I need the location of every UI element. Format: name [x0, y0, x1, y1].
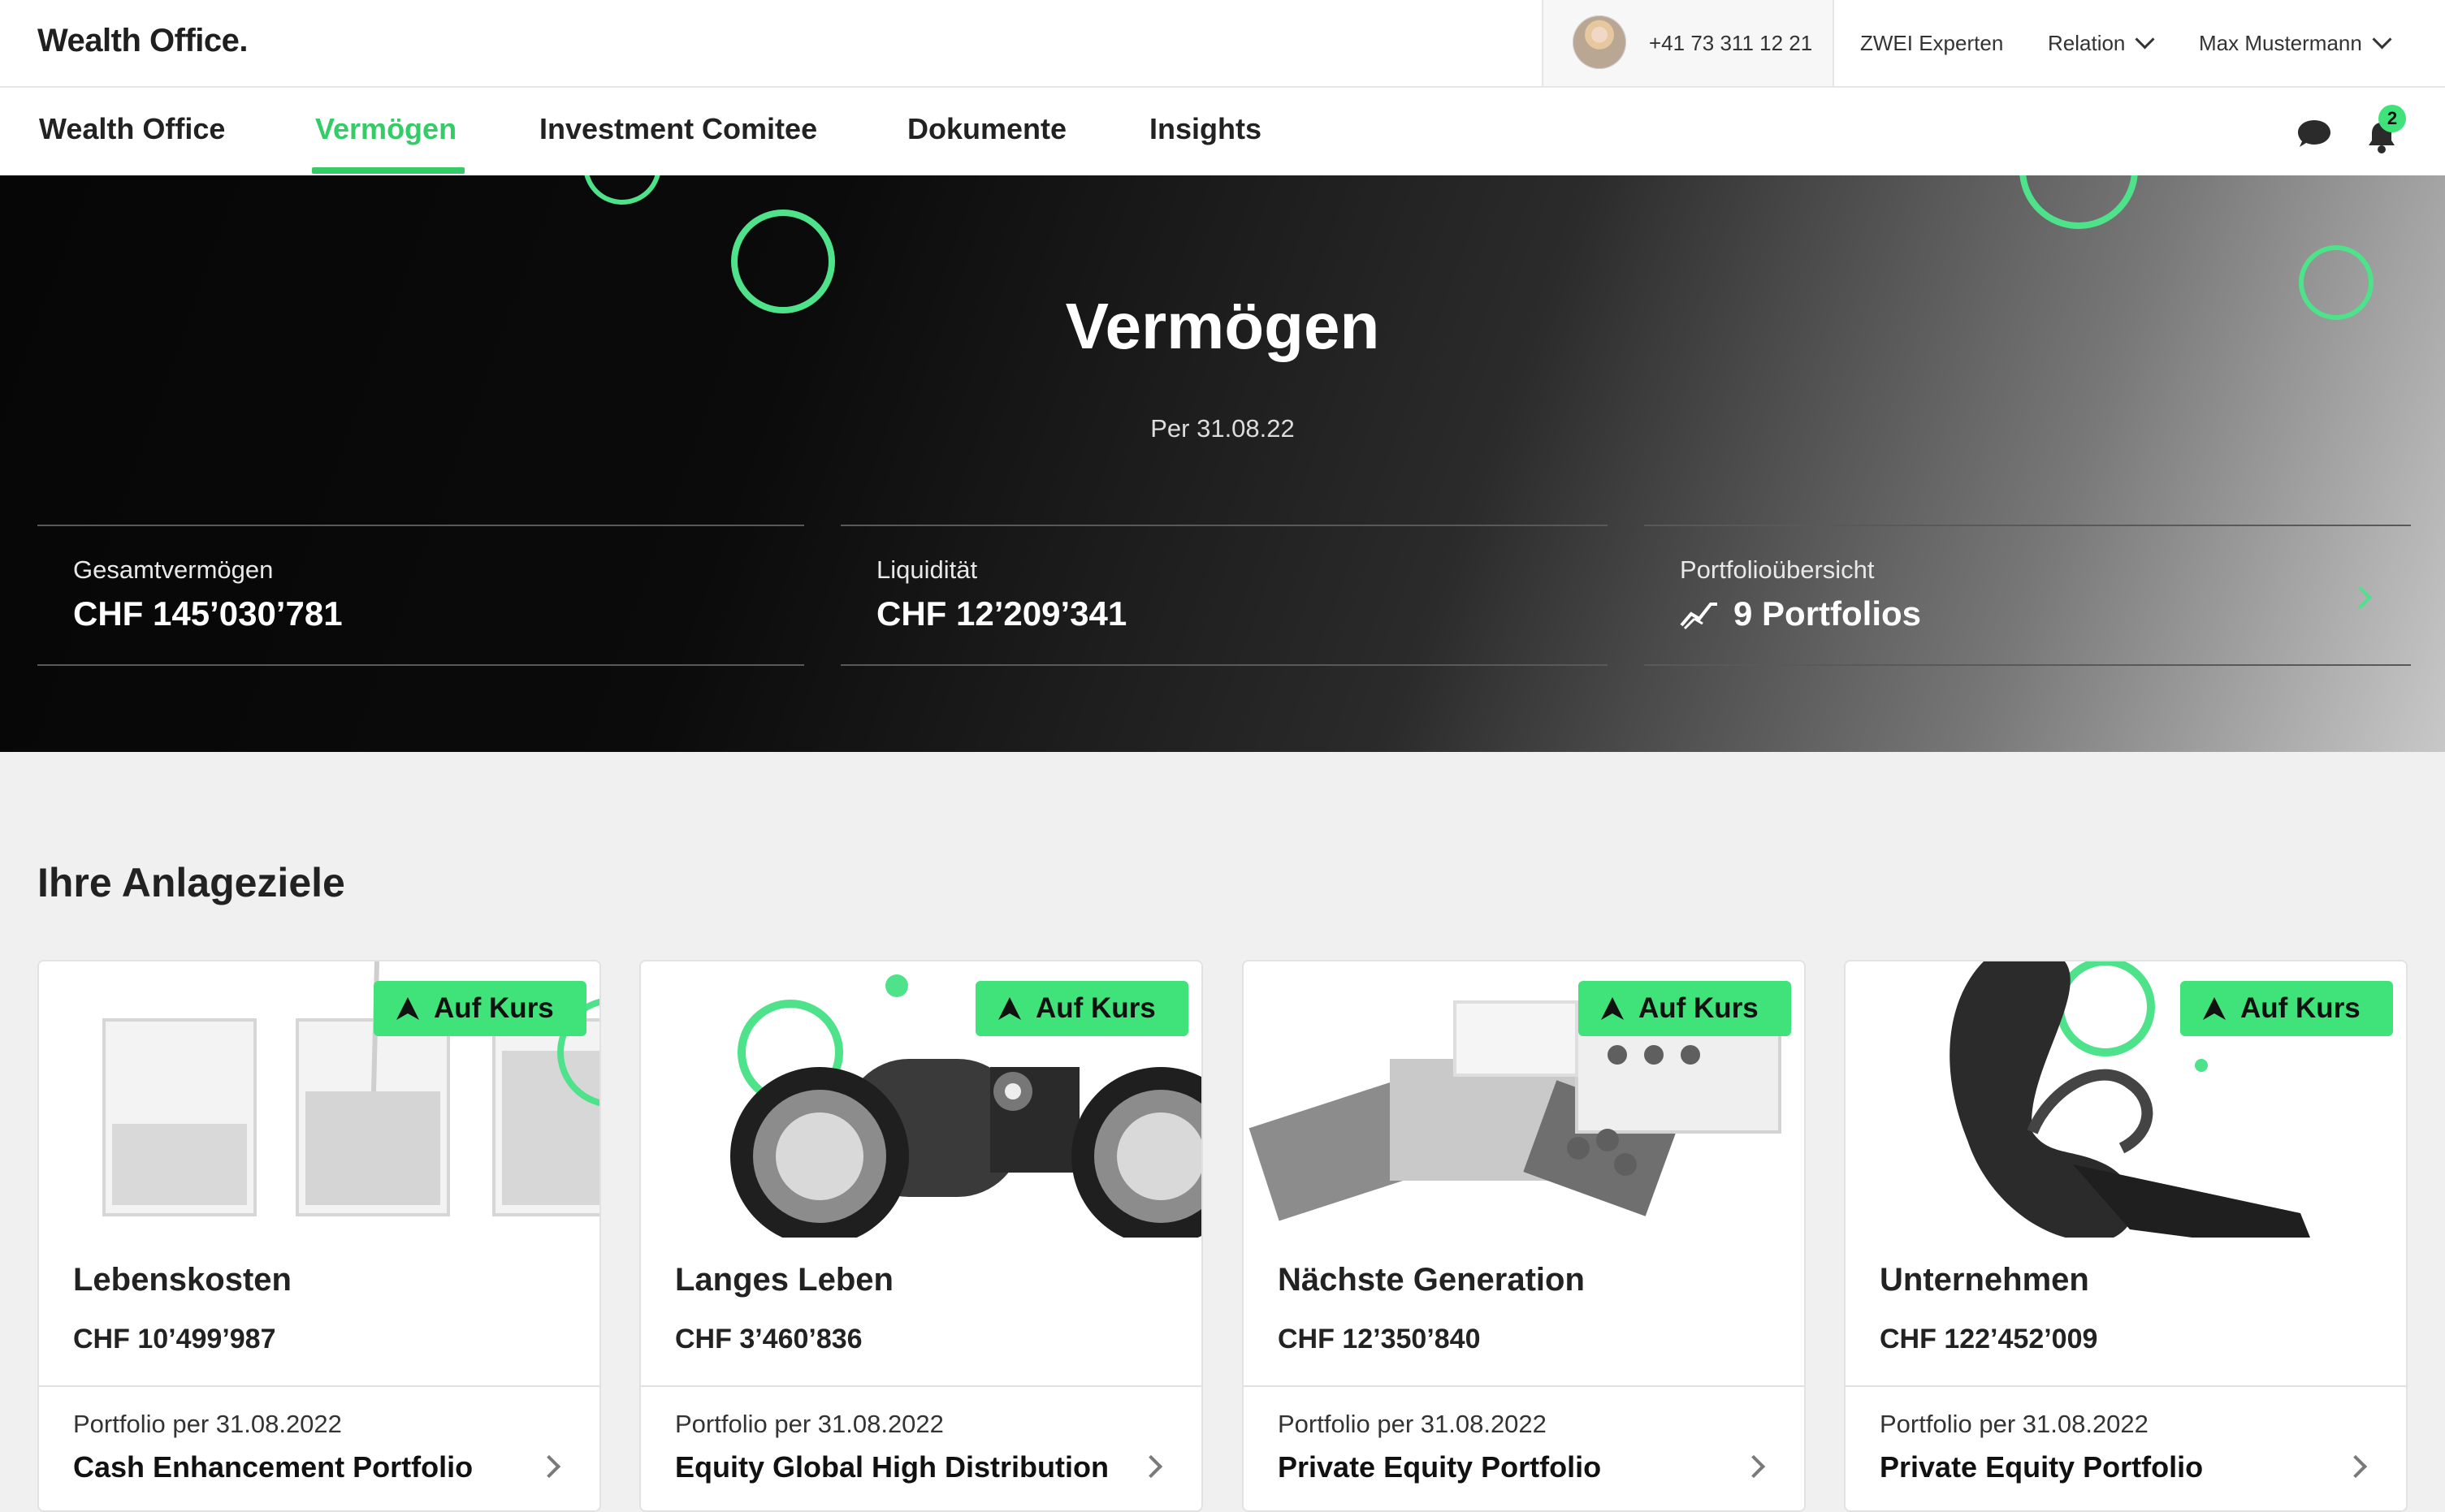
nav-item-insights[interactable]: Insights [1149, 112, 1261, 146]
advisor-avatar [1573, 15, 1626, 69]
advisor-contact[interactable]: +41 73 311 12 21 [1542, 0, 1834, 86]
portfolio-name[interactable]: Private Equity Portfolio [1880, 1450, 2203, 1484]
card-amount: CHF 12’350’840 [1278, 1324, 1481, 1354]
active-tab-indicator [312, 167, 465, 174]
portfolio-date: Portfolio per 31.08.2022 [1880, 1410, 2149, 1438]
divider [1244, 1385, 1804, 1387]
nav-item-investment-comitee[interactable]: Investment Comitee [539, 112, 817, 146]
notification-badge: 2 [2378, 105, 2406, 132]
trend-chart-icon [1680, 599, 1719, 638]
user-name: Max Mustermann [2199, 31, 2362, 55]
page-title: Vermögen [1065, 290, 1380, 362]
chevron-right-icon[interactable] [2348, 585, 2373, 610]
divider [641, 1385, 1201, 1387]
goal-card-unternehmen[interactable]: Auf Kurs Unternehmen CHF 122’452’009 Por… [1844, 960, 2408, 1512]
relation-label: Relation [2048, 31, 2126, 55]
card-amount: CHF 10’499’987 [73, 1324, 276, 1354]
stat-value: CHF 145’030’781 [73, 594, 343, 633]
stat-liquidity: Liquidität CHF 12’209’341 [841, 525, 1608, 666]
portfolio-count-text: 9 Portfolios [1733, 594, 1922, 633]
chevron-right-icon[interactable] [1742, 1454, 1766, 1479]
status-badge: Auf Kurs [1578, 981, 1791, 1036]
nav-item-wealth-office[interactable]: Wealth Office [39, 112, 225, 146]
divider [39, 1385, 599, 1387]
chevron-right-icon[interactable] [537, 1454, 561, 1479]
status-badge: Auf Kurs [374, 981, 586, 1036]
stat-label: Portfolioübersicht [1680, 555, 1875, 584]
card-title: Lebenskosten [73, 1262, 292, 1298]
portfolio-date: Portfolio per 31.08.2022 [675, 1410, 944, 1438]
chevron-right-icon[interactable] [2343, 1454, 2368, 1479]
goal-card-langes-leben[interactable]: Auf Kurs Langes Leben CHF 3’460’836 Port… [639, 960, 1203, 1512]
card-image: Auf Kurs [1846, 961, 2406, 1238]
divider [1846, 1385, 2406, 1387]
stat-label: Gesamtvermögen [73, 555, 274, 584]
chat-icon[interactable] [2296, 117, 2333, 153]
card-image: Auf Kurs [1244, 961, 1804, 1238]
zwei-experten-link[interactable]: ZWEI Experten [1860, 31, 2003, 56]
card-title: Unternehmen [1880, 1262, 2089, 1298]
user-menu[interactable]: Max Mustermann [2199, 29, 2392, 56]
main-nav: Wealth Office Vermögen Investment Comite… [0, 88, 2445, 175]
card-image: Auf Kurs [641, 961, 1201, 1238]
arrow-up-icon [396, 997, 419, 1020]
nav-item-dokumente[interactable]: Dokumente [907, 112, 1067, 146]
advisor-phone[interactable]: +41 73 311 12 21 [1649, 31, 1812, 56]
hero-banner: Vermögen Per 31.08.22 Gesamtvermögen CHF… [0, 175, 2445, 752]
stat-label: Liquidität [876, 555, 978, 584]
brand-logo[interactable]: Wealth Office. [37, 23, 248, 59]
relation-dropdown[interactable]: Relation [2048, 29, 2155, 56]
goal-card-naechste-generation[interactable]: Auf Kurs Nächste Generation CHF 12’350’8… [1242, 960, 1806, 1512]
top-bar: Wealth Office. +41 73 311 12 21 ZWEI Exp… [0, 0, 2445, 88]
arrow-up-icon [1601, 997, 1624, 1020]
stat-total-assets: Gesamtvermögen CHF 145’030’781 [37, 525, 804, 666]
card-title: Langes Leben [675, 1262, 894, 1298]
status-label: Auf Kurs [434, 992, 554, 1024]
status-badge: Auf Kurs [2180, 981, 2393, 1036]
portfolio-name[interactable]: Private Equity Portfolio [1278, 1450, 1601, 1484]
nav-item-vermoegen[interactable]: Vermögen [315, 112, 457, 146]
arrow-up-icon [2203, 997, 2226, 1020]
decorative-ring [2019, 175, 2138, 229]
card-image: Auf Kurs [39, 961, 599, 1238]
section-title: Ihre Anlageziele [37, 860, 345, 905]
portfolio-date: Portfolio per 31.08.2022 [1278, 1410, 1547, 1438]
goal-card-lebenskosten[interactable]: Auf Kurs Lebenskosten CHF 10’499’987 Por… [37, 960, 601, 1512]
status-label: Auf Kurs [2240, 992, 2361, 1024]
chevron-down-icon [2135, 29, 2155, 50]
portfolio-date: Portfolio per 31.08.2022 [73, 1410, 342, 1438]
hero-date: Per 31.08.22 [1150, 414, 1295, 443]
status-badge: Auf Kurs [976, 981, 1188, 1036]
portfolio-count: 9 Portfolios [1680, 594, 1921, 638]
portfolio-name[interactable]: Equity Global High Distribution [675, 1450, 1109, 1484]
card-amount: CHF 122’452’009 [1880, 1324, 2098, 1354]
stat-portfolio-overview[interactable]: Portfolioübersicht 9 Portfolios [1644, 525, 2411, 666]
status-label: Auf Kurs [1638, 992, 1759, 1024]
card-amount: CHF 3’460’836 [675, 1324, 863, 1354]
card-title: Nächste Generation [1278, 1262, 1585, 1298]
portfolio-name[interactable]: Cash Enhancement Portfolio [73, 1450, 473, 1484]
decorative-ring [583, 175, 661, 205]
status-label: Auf Kurs [1036, 992, 1156, 1024]
chevron-down-icon [2372, 29, 2392, 50]
stat-value: CHF 12’209’341 [876, 594, 1127, 633]
chevron-right-icon[interactable] [1139, 1454, 1163, 1479]
arrow-up-icon [998, 997, 1021, 1020]
